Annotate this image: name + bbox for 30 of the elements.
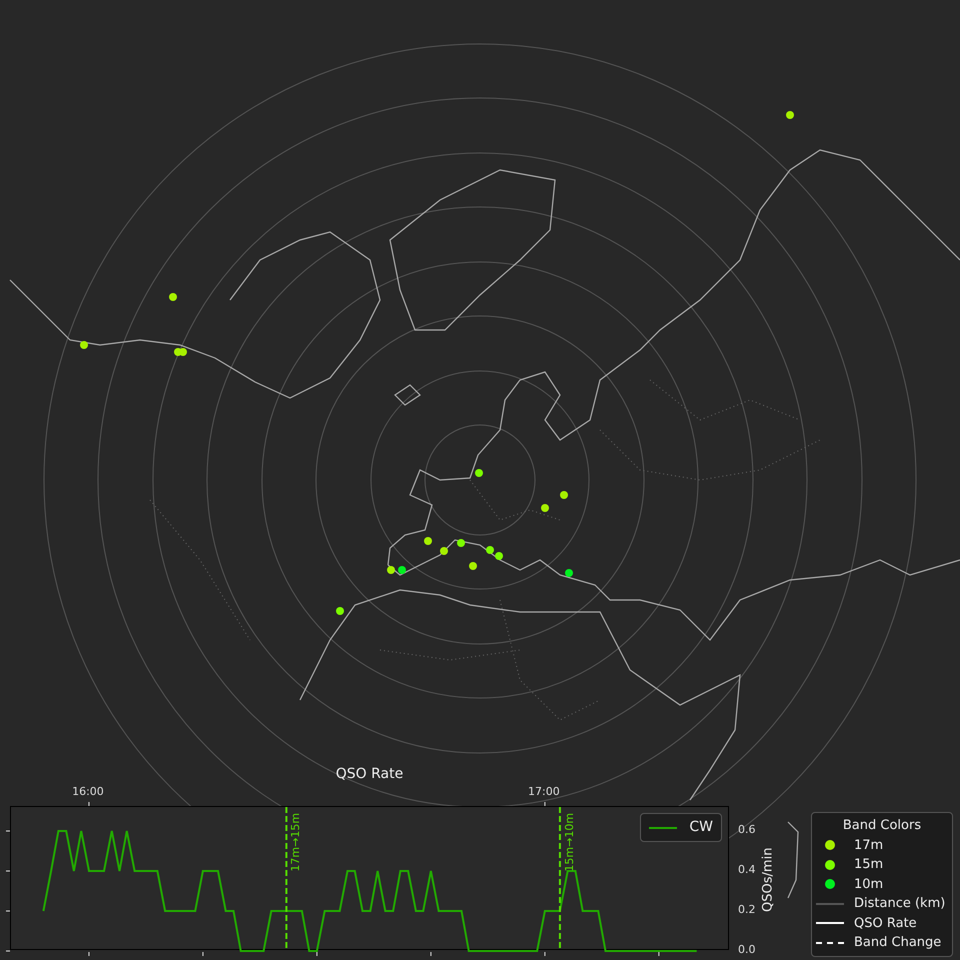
legend-label: Distance (km) bbox=[854, 895, 946, 913]
chart-title: QSO Rate bbox=[336, 765, 404, 784]
tick-label: 0.6 bbox=[738, 822, 756, 838]
tick-mark bbox=[6, 910, 10, 912]
legend-label: Band Change bbox=[854, 934, 942, 952]
band-change-label: 15m→10m bbox=[562, 812, 577, 872]
tick-mark bbox=[6, 830, 10, 832]
band-change-label: 17m→15m bbox=[288, 812, 304, 872]
legend-label: 17m bbox=[854, 836, 884, 854]
tick-mark bbox=[6, 950, 10, 952]
legend-label: QSO Rate bbox=[854, 914, 917, 932]
tick-label: 16:00 bbox=[72, 784, 104, 800]
tick-mark bbox=[544, 952, 546, 956]
tick-mark bbox=[316, 952, 318, 956]
tick-label: 0.4 bbox=[738, 862, 756, 878]
tick-mark bbox=[658, 952, 660, 956]
tick-mark bbox=[6, 870, 10, 872]
tick-label: 0.0 bbox=[738, 942, 756, 958]
tick-mark bbox=[202, 952, 204, 956]
tick-mark bbox=[544, 802, 546, 806]
legend-label: CW bbox=[689, 818, 713, 837]
axis-label: QSOs/min bbox=[759, 848, 776, 912]
legend-title: Band Colors bbox=[842, 817, 922, 835]
tick-mark bbox=[88, 952, 90, 956]
tick-label: 17:00 bbox=[528, 784, 560, 800]
tick-label: 0.2 bbox=[738, 902, 756, 918]
legend-label: 15m bbox=[854, 856, 884, 874]
tick-mark bbox=[88, 802, 90, 806]
tick-mark bbox=[430, 952, 432, 956]
legend-label: 10m bbox=[854, 876, 884, 894]
